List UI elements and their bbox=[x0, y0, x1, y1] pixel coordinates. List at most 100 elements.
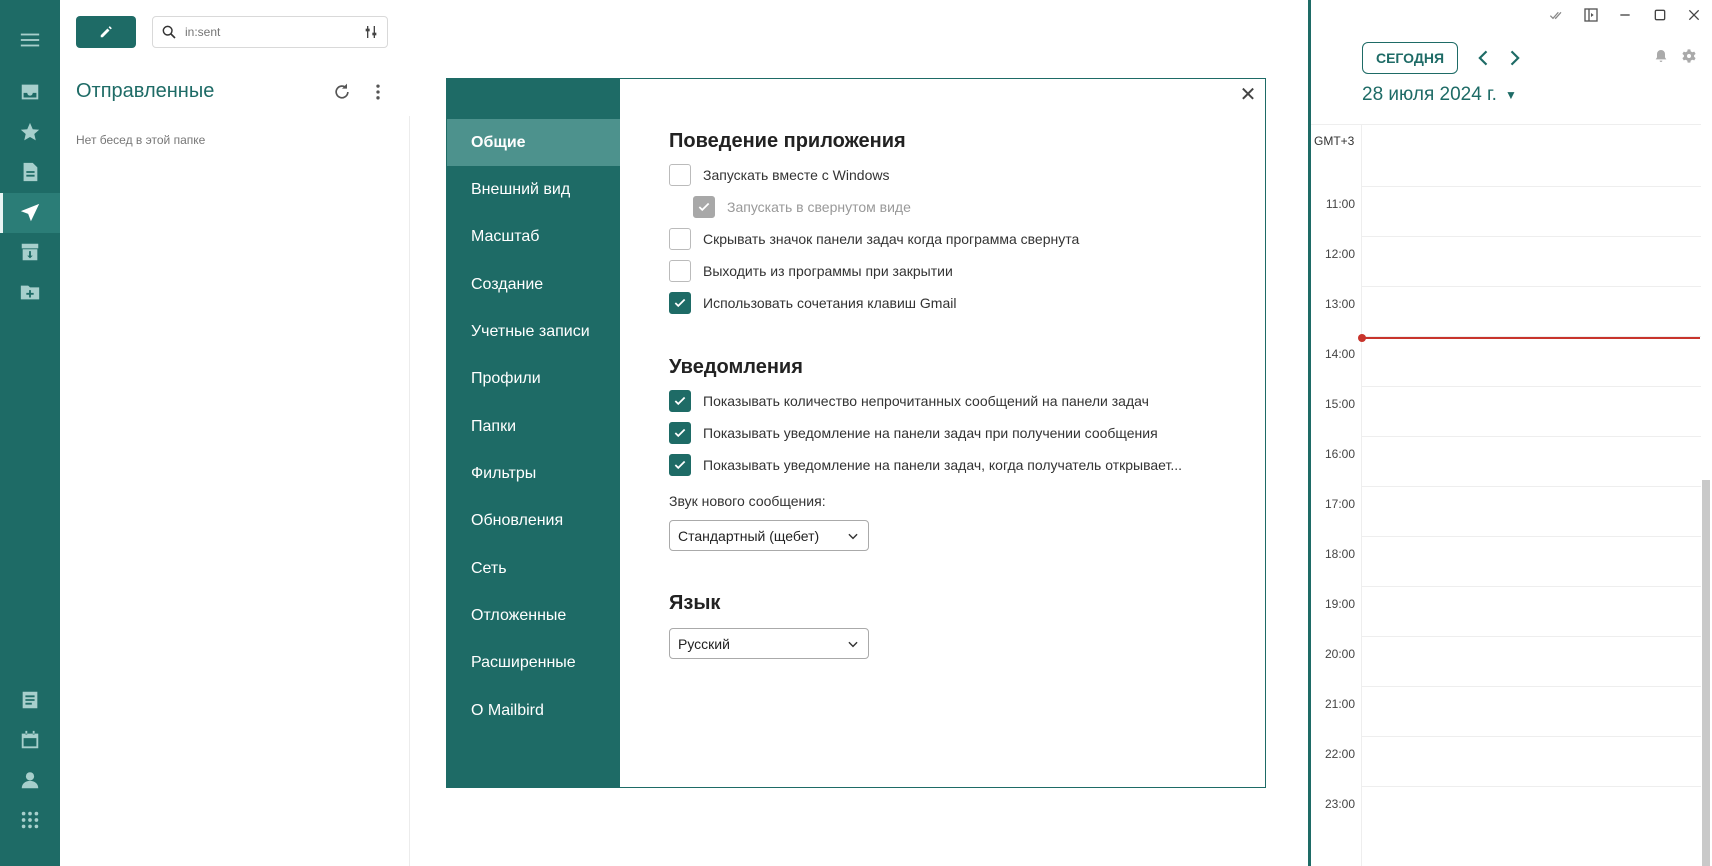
sound-select[interactable]: Стандартный (щебет) bbox=[669, 520, 869, 551]
checkmark-icon bbox=[674, 396, 686, 406]
hour-row[interactable]: 12:00 bbox=[1311, 236, 1701, 286]
settings-nav-filters[interactable]: Фильтры bbox=[447, 450, 620, 497]
checkbox bbox=[693, 196, 715, 218]
compose-button[interactable] bbox=[76, 16, 136, 48]
checkmark-icon bbox=[674, 460, 686, 470]
settings-nav-accounts[interactable]: Учетные записи bbox=[447, 308, 620, 355]
checkbox[interactable] bbox=[669, 260, 691, 282]
hour-row[interactable]: 22:00 bbox=[1311, 736, 1701, 786]
settings-nav-general[interactable]: Общие bbox=[447, 119, 620, 166]
hour-row[interactable]: 17:00 bbox=[1311, 486, 1701, 536]
sound-select-value: Стандартный (щебет) bbox=[678, 527, 820, 544]
apps-grid-icon[interactable] bbox=[18, 808, 42, 832]
hour-label: 21:00 bbox=[1324, 697, 1355, 711]
calendar-scrollbar[interactable] bbox=[1702, 480, 1710, 866]
calendar-date-label: 28 июля 2024 г. bbox=[1362, 84, 1497, 105]
checkbox[interactable] bbox=[669, 390, 691, 412]
hour-row[interactable]: 23:00 bbox=[1311, 786, 1701, 836]
settings-nav-updates[interactable]: Обновления bbox=[447, 497, 620, 544]
search-icon bbox=[162, 25, 176, 39]
hour-row[interactable]: 11:00 bbox=[1311, 186, 1701, 236]
option-read-receipt-notification[interactable]: Показывать уведомление на панели задач, … bbox=[669, 454, 1182, 476]
calendar-icon[interactable] bbox=[18, 728, 42, 752]
settings-nav-compose[interactable]: Создание bbox=[447, 261, 620, 308]
settings-nav-scale[interactable]: Масштаб bbox=[447, 213, 620, 260]
settings-nav-appearance[interactable]: Внешний вид bbox=[447, 166, 620, 213]
add-folder-icon[interactable] bbox=[18, 280, 42, 304]
option-exit-on-close[interactable]: Выходить из программы при закрытии bbox=[669, 260, 953, 282]
settings-nav-about[interactable]: О Mailbird bbox=[447, 687, 620, 734]
checkbox[interactable] bbox=[669, 422, 691, 444]
calendar-date-picker[interactable]: 28 июля 2024 г. ▼ bbox=[1362, 84, 1517, 106]
checkmark-icon bbox=[674, 298, 686, 308]
hour-row[interactable]: 21:00 bbox=[1311, 686, 1701, 736]
checkbox[interactable] bbox=[669, 292, 691, 314]
option-start-with-windows[interactable]: Запускать вместе с Windows bbox=[669, 164, 889, 186]
contacts-icon[interactable] bbox=[18, 768, 42, 792]
language-select-value: Русский bbox=[678, 635, 730, 652]
hour-row[interactable]: 14:00 bbox=[1311, 336, 1701, 386]
archive-icon[interactable] bbox=[18, 240, 42, 264]
notes-icon[interactable] bbox=[18, 688, 42, 712]
chevron-left-icon[interactable] bbox=[1474, 48, 1494, 68]
settings-nav-snoozed[interactable]: Отложенные bbox=[447, 592, 620, 639]
chevron-right-icon[interactable] bbox=[1504, 48, 1524, 68]
hour-label: 16:00 bbox=[1324, 447, 1355, 461]
option-hide-taskbar-icon[interactable]: Скрывать значок панели задач когда прогр… bbox=[669, 228, 1079, 250]
folder-title: Отправленные bbox=[76, 80, 215, 102]
hour-label: 19:00 bbox=[1324, 597, 1355, 611]
checkmark-icon bbox=[674, 428, 686, 438]
option-label: Выходить из программы при закрытии bbox=[703, 263, 953, 279]
option-gmail-shortcuts[interactable]: Использовать сочетания клавиш Gmail bbox=[669, 292, 956, 314]
inbox-icon[interactable] bbox=[18, 80, 42, 104]
hour-label: 15:00 bbox=[1324, 397, 1355, 411]
current-time-dot bbox=[1358, 334, 1366, 342]
hour-row[interactable]: 16:00 bbox=[1311, 436, 1701, 486]
hour-label: 11:00 bbox=[1325, 197, 1355, 211]
option-label: Запускать в свернутом виде bbox=[727, 199, 911, 215]
hour-row[interactable]: 13:00 bbox=[1311, 286, 1701, 336]
settings-nav-advanced[interactable]: Расширенные bbox=[447, 639, 620, 686]
star-icon[interactable] bbox=[18, 120, 42, 144]
search-input[interactable] bbox=[185, 25, 363, 39]
hour-row[interactable]: 15:00 bbox=[1311, 386, 1701, 436]
menu-icon[interactable] bbox=[18, 28, 42, 52]
read-all-icon[interactable] bbox=[1548, 6, 1566, 24]
settings-nav-identities[interactable]: Профили bbox=[447, 355, 620, 402]
option-label: Показывать уведомление на панели задач п… bbox=[703, 425, 1158, 441]
more-options-icon[interactable] bbox=[368, 82, 388, 102]
hour-row[interactable]: 18:00 bbox=[1311, 536, 1701, 586]
language-select[interactable]: Русский bbox=[669, 628, 869, 659]
minimize-icon[interactable] bbox=[1616, 6, 1634, 24]
checkmark-icon bbox=[698, 202, 710, 212]
gear-icon[interactable] bbox=[1681, 48, 1699, 66]
close-icon[interactable]: ✕ bbox=[1239, 84, 1257, 106]
option-unread-count[interactable]: Показывать количество непрочитанных сооб… bbox=[669, 390, 1149, 412]
search-box[interactable] bbox=[152, 16, 388, 48]
hour-row[interactable]: 19:00 bbox=[1311, 586, 1701, 636]
refresh-icon[interactable] bbox=[332, 82, 352, 102]
maximize-icon[interactable] bbox=[1651, 6, 1669, 24]
hour-label: 12:00 bbox=[1324, 247, 1355, 261]
checkbox[interactable] bbox=[669, 164, 691, 186]
today-button[interactable]: СЕГОДНЯ bbox=[1362, 42, 1458, 74]
section-title-language: Язык bbox=[669, 592, 721, 614]
settings-nav-folders[interactable]: Папки bbox=[447, 403, 620, 450]
hour-label: 23:00 bbox=[1324, 797, 1355, 811]
option-new-message-notification[interactable]: Показывать уведомление на панели задач п… bbox=[669, 422, 1158, 444]
bell-icon[interactable] bbox=[1653, 48, 1671, 66]
checkbox[interactable] bbox=[669, 228, 691, 250]
hour-label: 17:00 bbox=[1324, 497, 1355, 511]
checkbox[interactable] bbox=[669, 454, 691, 476]
hour-label: 22:00 bbox=[1324, 747, 1355, 761]
window-close-icon[interactable] bbox=[1685, 6, 1703, 24]
send-icon[interactable] bbox=[18, 201, 42, 225]
hour-row[interactable]: 20:00 bbox=[1311, 636, 1701, 686]
filter-sliders-icon[interactable] bbox=[363, 24, 379, 40]
pencil-icon bbox=[100, 26, 112, 38]
settings-nav-network[interactable]: Сеть bbox=[447, 545, 620, 592]
drafts-icon[interactable] bbox=[18, 160, 42, 184]
empty-folder-message: Нет бесед в этой папке bbox=[76, 133, 206, 147]
side-panel-icon[interactable] bbox=[1582, 6, 1600, 24]
left-rail bbox=[0, 0, 60, 866]
